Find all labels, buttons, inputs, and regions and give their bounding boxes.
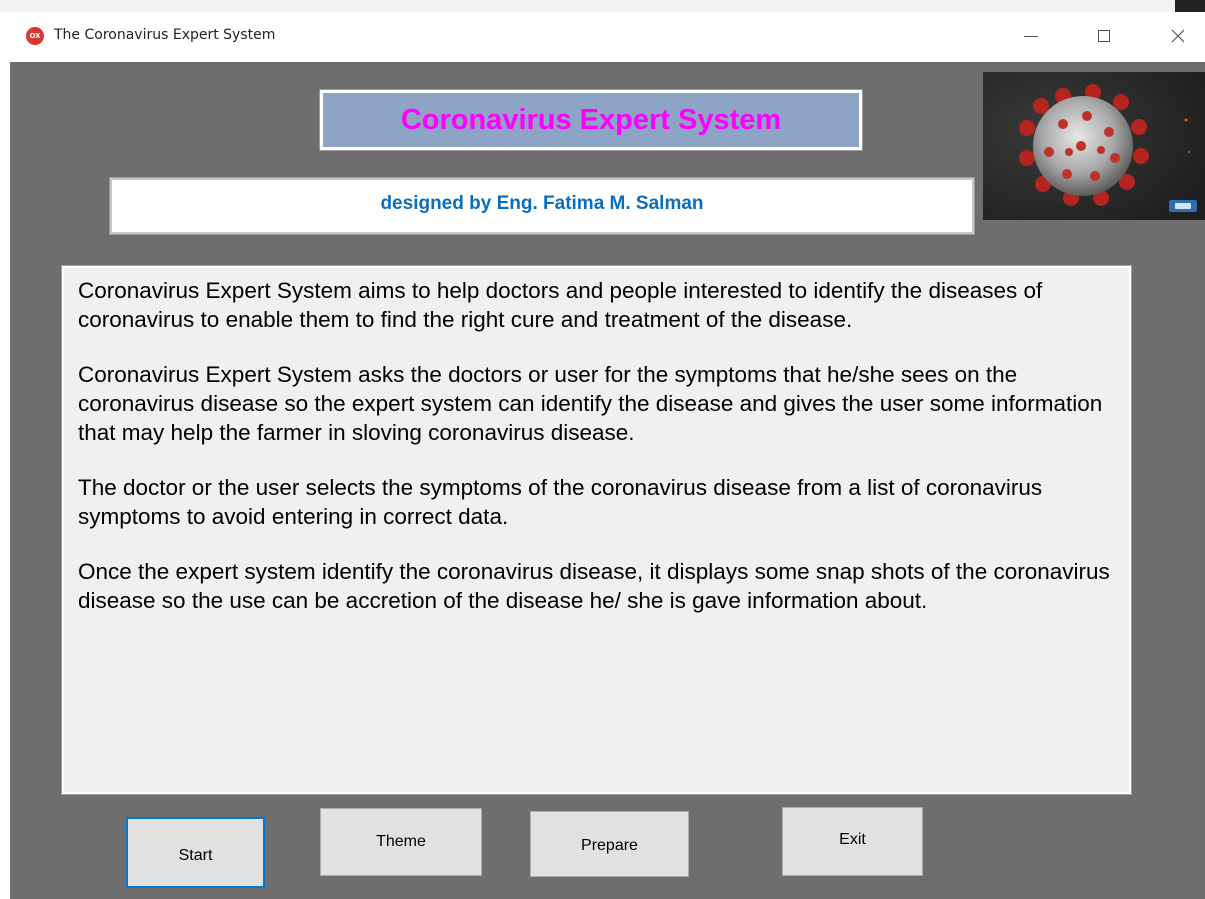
window-title: The Coronavirus Expert System — [54, 27, 276, 43]
background-window-edge — [1175, 0, 1205, 12]
start-button[interactable]: Start — [126, 817, 265, 888]
title-bar[interactable]: OX The Coronavirus Expert System — [10, 12, 1205, 62]
theme-button[interactable]: Theme — [320, 808, 482, 876]
description-text-box[interactable]: Coronavirus Expert System aims to help d… — [61, 265, 1132, 795]
minimize-icon — [1024, 35, 1038, 37]
minimize-button[interactable] — [1008, 20, 1054, 52]
maximize-icon — [1098, 30, 1110, 42]
coronavirus-image — [983, 72, 1205, 220]
system-title-label: Coronavirus Expert System — [319, 89, 863, 151]
close-icon — [1171, 29, 1185, 43]
background-windows-strip — [0, 0, 1205, 12]
client-area: Coronavirus Expert System designed by En… — [10, 62, 1205, 899]
close-button[interactable] — [1155, 20, 1201, 52]
system-title-text: Coronavirus Expert System — [400, 103, 782, 136]
designer-label: designed by Eng. Fatima M. Salman — [109, 177, 975, 235]
designer-text: designed by Eng. Fatima M. Salman — [380, 193, 704, 214]
prepare-button[interactable]: Prepare — [530, 811, 689, 877]
exit-button[interactable]: Exit — [782, 807, 923, 876]
maximize-button[interactable] — [1081, 20, 1127, 52]
app-icon: OX — [26, 27, 44, 45]
description-paragraph: Coronavirus Expert System asks the docto… — [78, 362, 1103, 445]
app-window: OX The Coronavirus Expert System Coronav… — [10, 12, 1205, 899]
description-paragraph: Once the expert system identify the coro… — [78, 559, 1110, 613]
description-paragraph: The doctor or the user selects the sympt… — [78, 475, 1043, 529]
description-paragraph: Coronavirus Expert System aims to help d… — [78, 278, 1043, 332]
